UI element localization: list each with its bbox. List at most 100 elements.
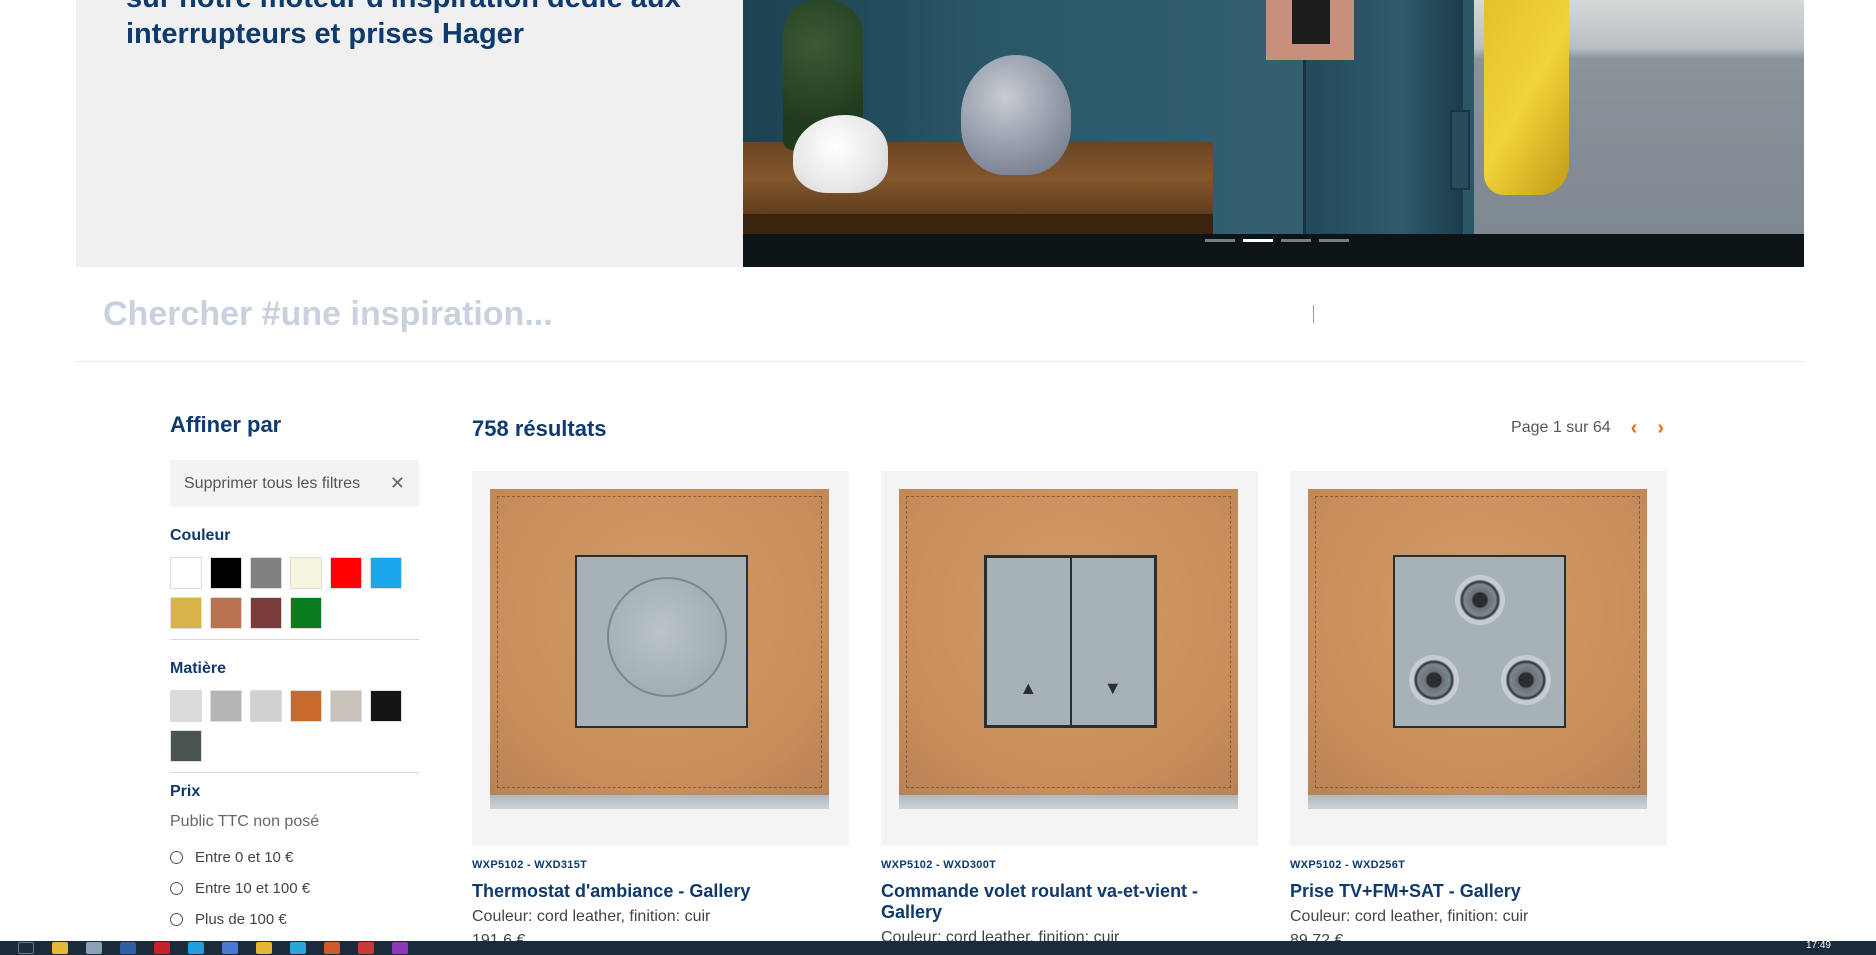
results-header: 758 résultats Page 1 sur 64 ‹ › [472,416,1664,446]
product-card[interactable]: ▲ ▼ WXP5102 - WXD300T Commande volet roulan… [881,471,1258,953]
couleur-swatch[interactable] [370,557,402,589]
product-attributes: Couleur: cord leather, finition: cuir [1290,908,1529,925]
app-icon[interactable] [392,942,408,954]
chevron-left-icon[interactable]: ‹ [1631,418,1638,438]
page: sur notre moteur d'inspiration dédié aux… [0,0,1876,955]
hero-title: sur notre moteur d'inspiration dédié aux… [126,0,681,50]
arrow-up-icon: ▲ [1019,678,1038,698]
tv-socket-icon [1409,655,1459,705]
app-icon[interactable] [290,942,306,954]
taskbar: 17:49 [0,941,1876,955]
product-ref: WXP5102 - WXD315T [472,859,588,871]
results-count: 758 résultats [472,416,607,441]
hero-image [743,0,1804,267]
prix-option[interactable]: Plus de 100 € [170,911,419,928]
product-image[interactable] [472,471,849,846]
filter-sidebar: Affiner par Supprimer tous les filtres ✕… [170,410,419,952]
app-icon[interactable] [120,942,136,954]
prix-option[interactable]: Entre 0 et 10 € [170,849,419,866]
carousel-dot[interactable] [1243,239,1273,242]
product-card[interactable]: WXP5102 - WXD315T Thermostat d'ambiance -… [472,471,849,953]
couleur-swatch[interactable] [210,597,242,629]
fm-socket-icon [1501,655,1551,705]
app-icon[interactable] [154,942,170,954]
product-ref: WXP5102 - WXD256T [1290,859,1406,871]
page-indicator: Page 1 sur 64 [1511,419,1611,436]
matiere-swatches [170,690,419,762]
facet-prix-subtitle: Public TTC non posé [170,813,320,830]
clear-filters-label: Supprimer tous les filtres [184,474,361,492]
device-module: ▲ ▼ [984,555,1157,728]
matiere-swatch[interactable] [330,690,362,722]
search-input[interactable] [103,289,1703,339]
app-icon[interactable] [188,942,204,954]
facet-matiere: Matière [170,640,419,773]
device-module [1393,555,1566,728]
leather-plate [1308,489,1647,828]
product-name[interactable]: Thermostat d'ambiance - Gallery [472,881,849,902]
hero-text-panel: sur notre moteur d'inspiration dédié aux… [76,0,743,267]
app-icon[interactable] [86,942,102,954]
couleur-swatch[interactable] [290,597,322,629]
carousel-dot[interactable] [1319,239,1349,242]
hero-vase [961,55,1071,175]
folder-icon[interactable] [52,942,68,954]
product-attributes: Couleur: cord leather, finition: cuir [472,908,711,925]
browser-icon[interactable] [256,942,272,954]
thermostat-dial-icon [607,577,727,697]
matiere-swatch[interactable] [370,690,402,722]
leather-plate [490,489,829,828]
hero-bird [793,115,888,193]
facet-matiere-title: Matière [170,660,227,677]
prix-option-label: Plus de 100 € [195,911,287,928]
carousel-dots [1205,239,1349,242]
product-grid: WXP5102 - WXD315T Thermostat d'ambiance -… [472,471,1667,953]
matiere-swatch[interactable] [290,690,322,722]
couleur-swatch[interactable] [290,557,322,589]
facet-prix: Prix Public TTC non posé Entre 0 et 10 €… [170,773,419,952]
matiere-swatch[interactable] [170,730,202,762]
product-card[interactable]: WXP5102 - WXD256T Prise TV+FM+SAT - Galle… [1290,471,1667,953]
product-name[interactable]: Commande volet roulant va-et-vient - Gal… [881,881,1258,923]
leather-plate: ▲ ▼ [899,489,1238,828]
matiere-swatch[interactable] [250,690,282,722]
facet-prix-title: Prix [170,783,201,800]
pagination: Page 1 sur 64 ‹ › [1511,418,1664,438]
sidebar-title: Affiner par [170,412,282,437]
text-cursor-icon [1313,305,1319,323]
app-icon[interactable] [324,942,340,954]
prix-option[interactable]: Entre 10 et 100 € [170,880,419,897]
couleur-swatch[interactable] [210,557,242,589]
product-ref: WXP5102 - WXD300T [881,859,997,871]
chevron-right-icon[interactable]: › [1657,418,1664,438]
carousel-dot[interactable] [1205,239,1235,242]
app-icon[interactable] [358,942,374,954]
couleur-swatch[interactable] [250,597,282,629]
couleur-swatches [170,557,419,629]
couleur-swatch[interactable] [330,557,362,589]
prix-option-label: Entre 10 et 100 € [195,880,311,897]
couleur-swatch[interactable] [250,557,282,589]
prix-option-label: Entre 0 et 10 € [195,849,294,866]
matiere-swatch[interactable] [170,690,202,722]
facet-couleur: Couleur [170,507,419,640]
arrow-down-icon: ▼ [1103,678,1122,698]
couleur-swatch[interactable] [170,597,202,629]
matiere-swatch[interactable] [210,690,242,722]
hero-switch [1266,0,1354,60]
carousel-dot[interactable] [1281,239,1311,242]
radio-icon[interactable] [170,851,183,864]
clock: 17:49 [1805,940,1831,951]
clear-filters-button[interactable]: Supprimer tous les filtres ✕ [170,460,419,507]
sat-socket-icon [1455,575,1505,625]
app-icon[interactable] [222,942,238,954]
facet-couleur-title: Couleur [170,527,231,544]
radio-icon[interactable] [170,913,183,926]
product-image[interactable] [1290,471,1667,846]
product-image[interactable]: ▲ ▼ [881,471,1258,846]
prix-options: Entre 0 et 10 € Entre 10 et 100 € Plus de … [170,849,419,928]
couleur-swatch[interactable] [170,557,202,589]
product-name[interactable]: Prise TV+FM+SAT - Gallery [1290,881,1667,902]
radio-icon[interactable] [170,882,183,895]
windows-start-icon[interactable] [18,942,34,954]
